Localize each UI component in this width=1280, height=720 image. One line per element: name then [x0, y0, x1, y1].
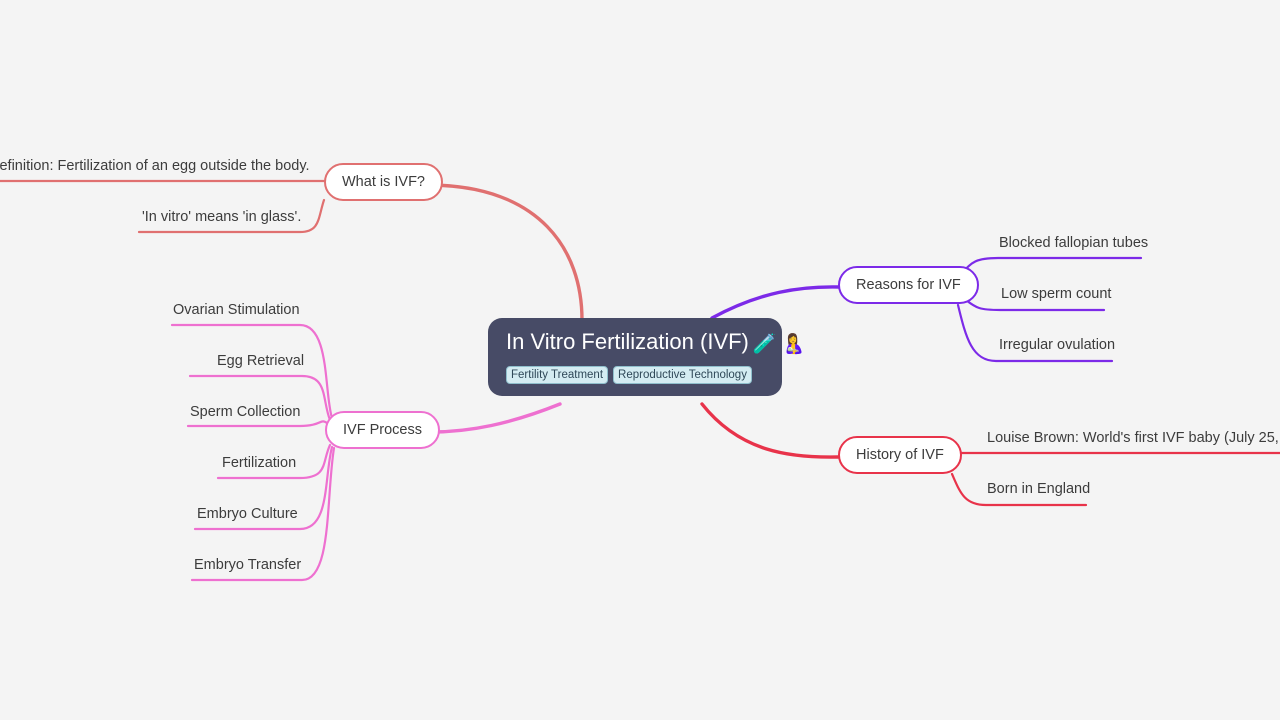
leaf-ivf-process-embryo-culture[interactable]: Embryo Culture	[197, 505, 298, 523]
leaf-what-is-ivf-in-glass[interactable]: 'In vitro' means 'in glass'.	[142, 208, 301, 226]
edge-root-to-history-of-ivf	[700, 402, 840, 459]
leaf-reasons-irregular-ovulation[interactable]: Irregular ovulation	[999, 336, 1115, 354]
edge-root-to-ivf-process	[429, 402, 562, 434]
root-tag-reproductive-technology[interactable]: Reproductive Technology	[613, 366, 752, 384]
edge-root-to-what-is-ivf	[428, 183, 584, 322]
root-node[interactable]: In Vitro Fertilization (IVF) 🧪 🤱 Fertilit…	[488, 318, 805, 396]
branch-node-ivf-process[interactable]: IVF Process	[325, 411, 440, 449]
edge-root-to-reasons-for-ivf	[710, 285, 842, 320]
leaf-history-louise-brown[interactable]: Louise Brown: World's first IVF baby (Ju…	[987, 429, 1280, 447]
root-emoji-group: 🧪 🤱	[752, 334, 806, 355]
leaf-ivf-process-egg-retrieval[interactable]: Egg Retrieval	[217, 352, 304, 370]
leaf-ivf-process-fertilization[interactable]: Fertilization	[222, 454, 296, 472]
branch-node-reasons-for-ivf[interactable]: Reasons for IVF	[838, 266, 979, 304]
branch-node-what-is-ivf[interactable]: What is IVF?	[324, 163, 443, 201]
root-title-text: In Vitro Fertilization (IVF)	[506, 329, 749, 354]
branch-node-history-of-ivf[interactable]: History of IVF	[838, 436, 962, 474]
leaf-history-born-in-england[interactable]: Born in England	[987, 480, 1090, 498]
mindmap-canvas: In Vitro Fertilization (IVF) 🧪 🤱 Fertilit…	[0, 0, 1280, 720]
leaf-reasons-low-sperm-count[interactable]: Low sperm count	[1001, 285, 1111, 303]
leaf-ivf-process-ovarian-stimulation[interactable]: Ovarian Stimulation	[173, 301, 300, 319]
leaf-ivf-process-embryo-transfer[interactable]: Embryo Transfer	[194, 556, 301, 574]
root-tag-list: Fertility Treatment Reproductive Technol…	[506, 366, 764, 384]
root-title: In Vitro Fertilization (IVF) 🧪 🤱	[506, 328, 805, 359]
root-tag-fertility-treatment[interactable]: Fertility Treatment	[506, 366, 609, 384]
edge-reasons-for-ivf-to-child-0	[960, 256, 1143, 275]
leaf-reasons-blocked-fallopian-tubes[interactable]: Blocked fallopian tubes	[999, 234, 1148, 252]
leaf-ivf-process-sperm-collection[interactable]: Sperm Collection	[190, 403, 300, 421]
leaf-what-is-ivf-definition[interactable]: Definition: Fertilization of an egg outs…	[0, 157, 310, 175]
edge-ivf-process-to-child-2	[186, 420, 329, 428]
